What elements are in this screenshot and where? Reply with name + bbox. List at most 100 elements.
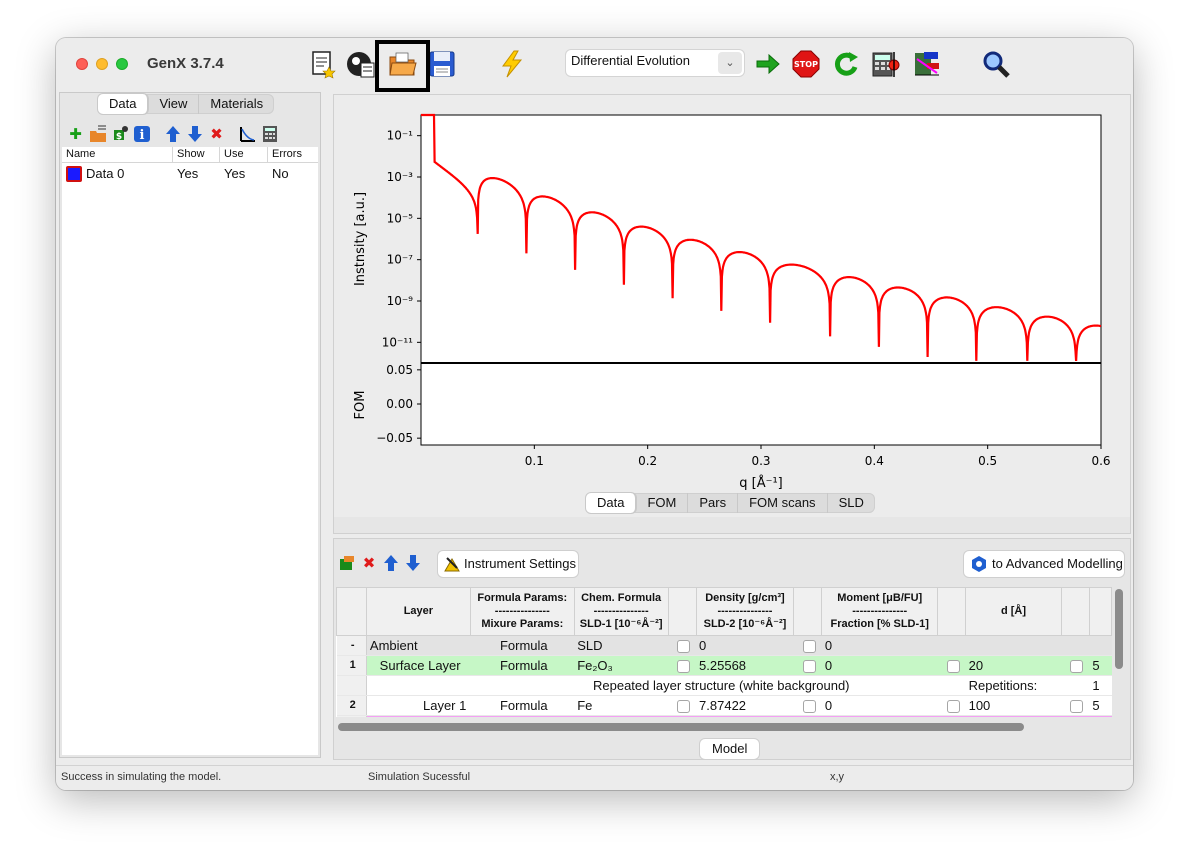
plot-settings-icon[interactable]: [238, 125, 257, 144]
zoom-icon[interactable]: [978, 46, 1014, 82]
fom-tick-label: 0.00: [386, 397, 413, 411]
simulate-icon[interactable]: [494, 46, 530, 82]
density-cell[interactable]: 5.25568: [696, 655, 794, 676]
layer-row-surface[interactable]: 1 Surface Layer Formula Fe₂O₃ 5.25568 0 …: [336, 655, 1112, 676]
moment-cell[interactable]: 0: [821, 635, 938, 656]
chem-formula-cell[interactable]: SLD: [574, 635, 669, 656]
d-cell[interactable]: [965, 635, 1062, 656]
delete-layer-icon[interactable]: ✖: [360, 554, 378, 572]
extra-cell[interactable]: 5: [1089, 655, 1112, 676]
layer-name-cell[interactable]: Ambient: [366, 635, 471, 656]
tab-data[interactable]: Data: [98, 94, 149, 114]
import-data-icon[interactable]: [88, 125, 107, 144]
stop-fit-icon[interactable]: STOP: [788, 46, 824, 82]
repetitions-value[interactable]: 1: [1089, 675, 1112, 696]
plot-canvas[interactable]: 10⁻¹ 10⁻³ 10⁻⁵ 10⁻⁷ 10⁻⁹ 10⁻¹¹ 0.05 0.00 −0.05 …: [334, 95, 1130, 517]
header-check: [667, 587, 697, 636]
new-model-icon[interactable]: [304, 46, 340, 82]
start-fit-icon[interactable]: [750, 46, 786, 82]
reflectivity-plot[interactable]: 10⁻¹10⁻³10⁻⁵10⁻⁷10⁻⁹10⁻¹¹ 0.050.00−0.05 …: [334, 95, 1130, 517]
data-info-icon[interactable]: i: [132, 125, 151, 144]
d-fit-checkbox[interactable]: [1070, 660, 1084, 674]
moment2-fit-checkbox[interactable]: [946, 700, 960, 714]
layer-name-cell[interactable]: Surface Layer: [366, 655, 471, 676]
data-row[interactable]: Data 0 Yes Yes No: [62, 163, 318, 185]
tab-plot-sld[interactable]: SLD: [828, 493, 875, 513]
minimize-window-button[interactable]: [96, 58, 108, 70]
move-down-icon[interactable]: [185, 125, 204, 144]
header-extra: [1088, 587, 1112, 636]
instrument-settings-label: Instrument Settings: [464, 556, 576, 571]
density-cell[interactable]: 0: [696, 635, 794, 656]
tab-materials[interactable]: Materials: [199, 94, 274, 114]
chem-formula-cell[interactable]: Fe: [574, 695, 669, 716]
moment-fit-checkbox[interactable]: [802, 660, 816, 674]
chem-formula-cell[interactable]: Fe₂O₃: [574, 655, 669, 676]
left-tabs: Data View Materials: [98, 94, 275, 114]
data-color-swatch[interactable]: [66, 166, 82, 182]
data-name-cell: Data 0: [86, 166, 125, 181]
data-toolbar: ✚ $ i ✖: [66, 123, 279, 145]
move-up-icon[interactable]: [163, 125, 182, 144]
tab-plot-fom[interactable]: FOM: [636, 493, 689, 513]
density-fit-checkbox[interactable]: [677, 640, 691, 654]
d-fit-checkbox[interactable]: [1070, 700, 1084, 714]
zoom-window-button[interactable]: [116, 58, 128, 70]
density-fit-checkbox[interactable]: [677, 660, 691, 674]
row-number: -: [336, 635, 367, 656]
layer-row-ambient[interactable]: - Ambient Formula SLD 0 0: [336, 635, 1112, 656]
calculator-icon[interactable]: [260, 125, 279, 144]
layer-row-1[interactable]: 2 Layer 1 Formula Fe 7.87422 0 100 5: [336, 695, 1112, 716]
moment2-fit-checkbox[interactable]: [946, 660, 960, 674]
x-tick-label: 0.3: [751, 454, 770, 468]
data-show-cell[interactable]: Yes: [173, 163, 220, 185]
extra-cell[interactable]: [1089, 635, 1112, 656]
density-cell[interactable]: 7.87422: [696, 695, 794, 716]
layer-name-cell[interactable]: Layer 1: [366, 695, 471, 716]
tab-model[interactable]: Model: [700, 739, 760, 759]
col-use[interactable]: Use: [220, 147, 268, 162]
tab-view[interactable]: View: [148, 94, 200, 114]
col-name[interactable]: Name: [62, 147, 173, 162]
optimizer-select[interactable]: Differential Evolution ⌄: [566, 50, 744, 76]
header-density: Density [g/cm³] --------------- SLD-2 [1…: [695, 587, 795, 636]
d-cell[interactable]: 100: [965, 695, 1062, 716]
density-fit-checkbox[interactable]: [677, 700, 691, 714]
calculate-errors-icon[interactable]: [868, 46, 904, 82]
tab-plot-pars[interactable]: Pars: [688, 493, 739, 513]
advanced-modelling-button[interactable]: to Advanced Modelling: [964, 551, 1124, 577]
layer-type-cell[interactable]: Formula: [470, 635, 575, 656]
header-sld2-label: SLD-2 [10⁻⁶Å⁻²]: [703, 618, 787, 630]
close-window-button[interactable]: [76, 58, 88, 70]
data-use-cell[interactable]: Yes: [220, 163, 268, 185]
layer-toolbar: ✖: [338, 549, 422, 577]
col-errors[interactable]: Errors: [268, 147, 318, 162]
layer-up-icon[interactable]: [382, 554, 400, 572]
layer-type-cell[interactable]: Formula: [470, 695, 575, 716]
moment-cell[interactable]: 0: [821, 695, 938, 716]
new-from-file-icon[interactable]: [342, 46, 378, 82]
layer-down-icon[interactable]: [404, 554, 422, 572]
header-formula-params: Formula Params: --------------- Mixure P…: [469, 587, 575, 636]
moment-fit-checkbox[interactable]: [802, 640, 816, 654]
tab-plot-fom-scans[interactable]: FOM scans: [738, 493, 828, 513]
moment-cell[interactable]: 0: [821, 655, 938, 676]
analyze-icon[interactable]: [908, 46, 944, 82]
vertical-scrollbar[interactable]: [1115, 589, 1123, 669]
add-layer-icon[interactable]: [338, 554, 356, 572]
moment-fit-checkbox[interactable]: [802, 700, 816, 714]
d-cell[interactable]: 20: [965, 655, 1062, 676]
restart-fit-icon[interactable]: [828, 46, 864, 82]
delete-data-icon[interactable]: ✖: [207, 125, 226, 144]
header-d: d [Å]: [965, 587, 1062, 636]
chevron-down-icon[interactable]: ⌄: [718, 52, 742, 74]
data-errors-cell[interactable]: No: [268, 163, 318, 185]
col-show[interactable]: Show: [173, 147, 220, 162]
extra-cell[interactable]: 5: [1089, 695, 1112, 716]
layer-type-cell[interactable]: Formula: [470, 655, 575, 676]
instrument-settings-button[interactable]: Instrument Settings: [438, 551, 578, 577]
plugin-data-icon[interactable]: $: [110, 125, 129, 144]
horizontal-scrollbar[interactable]: [338, 723, 1024, 731]
tab-plot-data[interactable]: Data: [586, 493, 637, 513]
add-data-icon[interactable]: ✚: [66, 125, 85, 144]
